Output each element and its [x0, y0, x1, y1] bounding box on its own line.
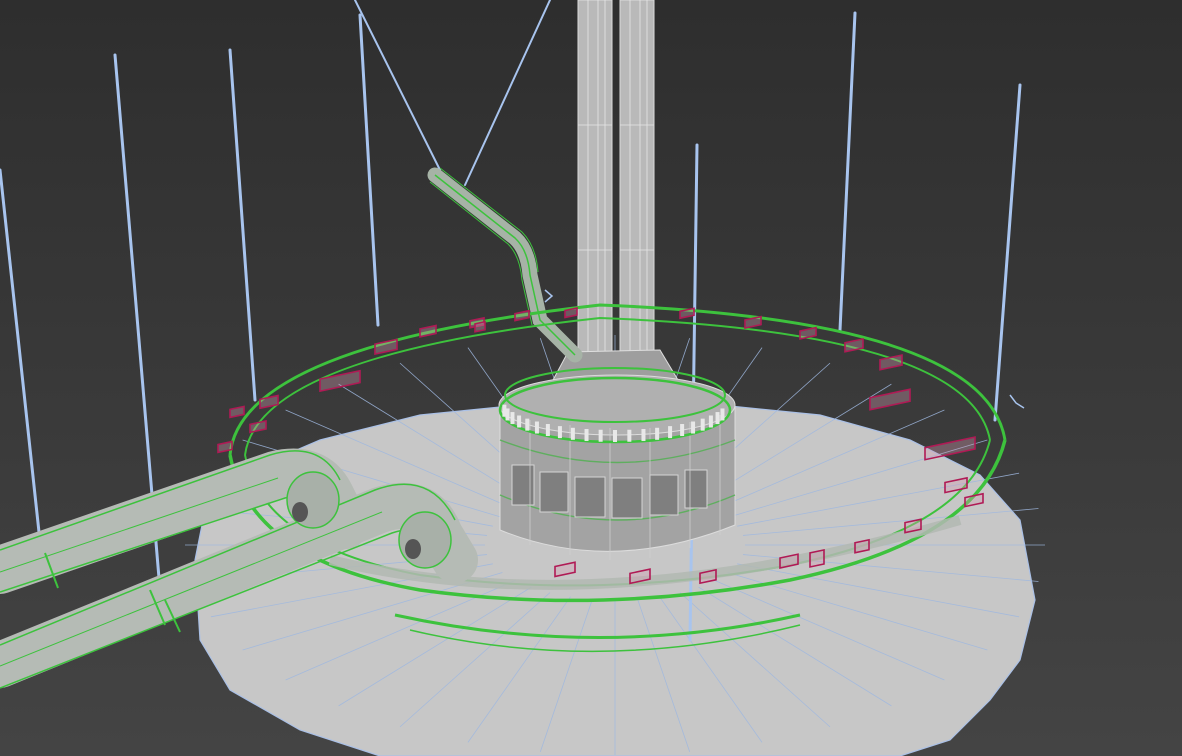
central-tower[interactable] — [498, 349, 736, 560]
rail-post — [700, 418, 705, 431]
ring-bracket[interactable] — [799, 326, 817, 340]
cable-line — [993, 83, 1022, 422]
rail-post — [708, 415, 713, 428]
scene-render[interactable] — [0, 0, 1182, 756]
ring-bracket[interactable] — [854, 538, 870, 554]
ring-bracket[interactable] — [564, 306, 578, 319]
cable-line — [838, 11, 857, 332]
rail-post — [517, 415, 522, 428]
ring-bracket[interactable] — [319, 369, 361, 393]
rail-post — [584, 429, 589, 442]
3d-viewport[interactable] — [0, 0, 1182, 756]
rail-post — [510, 412, 515, 425]
rail-post — [668, 426, 673, 439]
rail-post — [613, 430, 617, 442]
rail-post — [691, 421, 696, 434]
rail-post — [505, 408, 510, 421]
ring-bracket[interactable] — [744, 315, 762, 330]
ring-bracket[interactable] — [474, 320, 486, 333]
ring-bracket[interactable] — [514, 309, 530, 322]
ring-bracket[interactable] — [249, 419, 267, 434]
ring-bracket[interactable] — [374, 338, 398, 356]
rail-post — [525, 418, 530, 431]
rail-post — [534, 421, 539, 434]
tower-window — [574, 476, 606, 518]
ring-bracket[interactable] — [419, 324, 437, 338]
tower-window — [511, 464, 535, 506]
ring-bracket[interactable] — [924, 436, 976, 461]
tower-top — [498, 374, 736, 436]
rail-post — [627, 429, 632, 442]
cable-line — [464, 0, 551, 186]
tower-window — [611, 477, 643, 519]
rail-post — [715, 412, 720, 425]
feed-pipe-body — [427, 167, 583, 363]
cable-line — [358, 13, 380, 327]
rail-post — [680, 424, 685, 437]
tower-window — [649, 474, 679, 516]
rail-post — [545, 424, 550, 437]
rail-post — [655, 427, 660, 440]
ring-bracket[interactable] — [229, 405, 245, 419]
ring-bracket[interactable] — [809, 548, 825, 568]
tower-window — [539, 471, 569, 513]
ring-bracket[interactable] — [869, 388, 911, 411]
cable-line — [0, 168, 44, 562]
tower-window — [684, 469, 708, 509]
rail-post — [570, 427, 575, 440]
pipe-elbow — [286, 471, 340, 529]
rail-post — [720, 408, 725, 421]
rail-post — [641, 429, 646, 442]
cable-line — [228, 48, 257, 402]
pipe-elbow — [398, 511, 452, 569]
rail-post — [598, 429, 603, 442]
rail-post — [557, 426, 562, 439]
chimney-left — [577, 0, 613, 356]
ring-bracket[interactable] — [879, 354, 903, 371]
